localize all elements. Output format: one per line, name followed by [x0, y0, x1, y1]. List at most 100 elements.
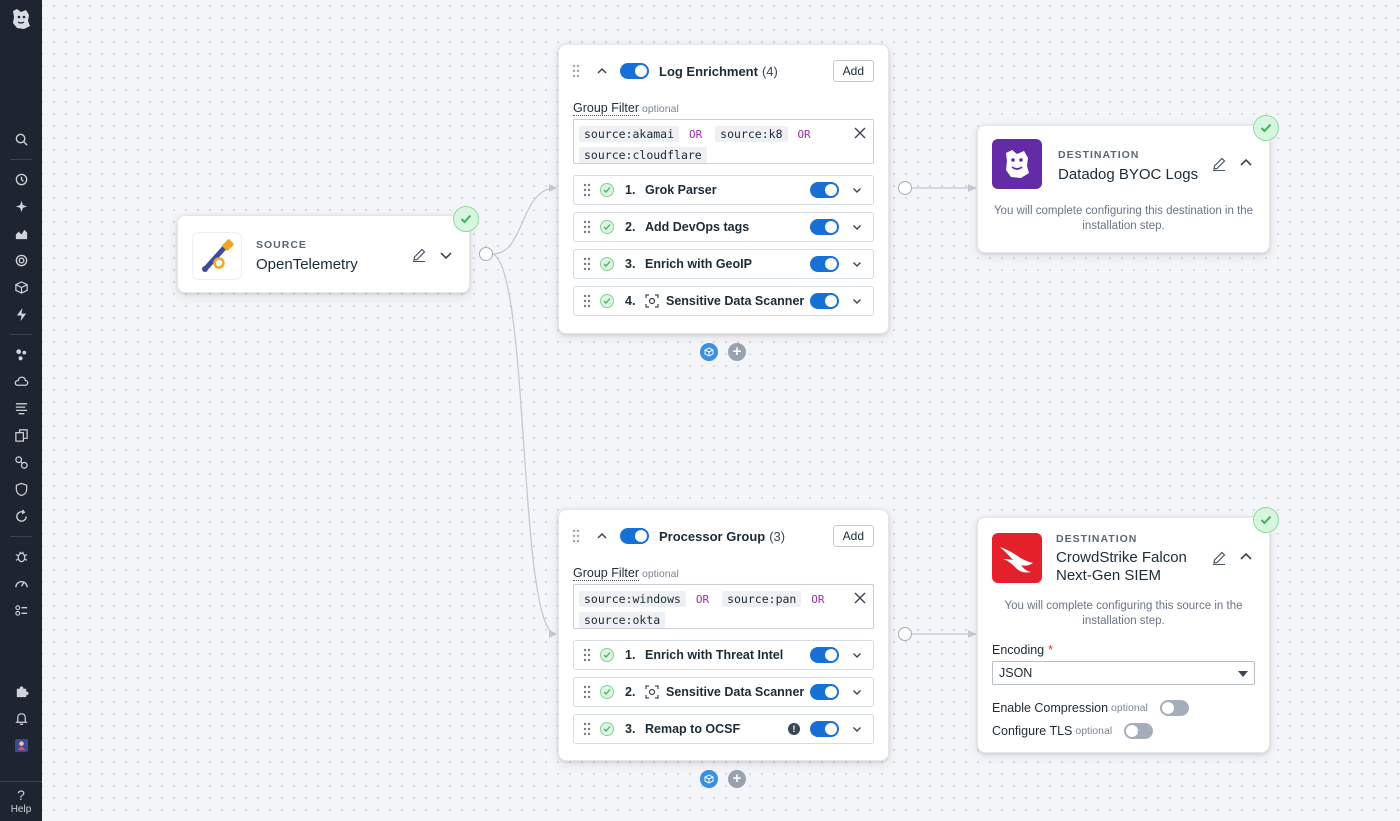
processor-row[interactable]: 2. Sensitive Data Scanner [573, 677, 874, 707]
notifications-bell-icon[interactable] [0, 705, 42, 732]
search-icon[interactable] [0, 126, 42, 153]
processor-name: Enrich with GeoIP [645, 257, 752, 271]
cube-icon[interactable] [0, 274, 42, 301]
refresh-icon[interactable] [0, 503, 42, 530]
user-avatar-icon[interactable] [0, 732, 42, 759]
processor-enabled-toggle[interactable] [810, 721, 839, 737]
enable-compression-label: Enable Compression [992, 701, 1109, 715]
service-map-icon[interactable] [0, 341, 42, 368]
chevron-up-icon[interactable] [596, 65, 608, 77]
gauge-icon[interactable] [0, 570, 42, 597]
processor-enabled-toggle[interactable] [810, 219, 839, 235]
processor-enabled-toggle[interactable] [810, 684, 839, 700]
chevron-up-icon[interactable] [1238, 155, 1254, 171]
group-output-port[interactable] [898, 627, 912, 641]
sparkle-icon[interactable] [0, 193, 42, 220]
filter-token: source:windows [579, 591, 686, 607]
filter-token: source:okta [579, 612, 666, 628]
pages-icon[interactable] [0, 422, 42, 449]
group-filter-label: Group Filter optional [573, 101, 679, 116]
chevron-down-icon[interactable] [851, 295, 863, 307]
cloud-icon[interactable] [0, 368, 42, 395]
dashboards-icon[interactable] [0, 220, 42, 247]
processor-row[interactable]: 1. Enrich with Threat Intel [573, 640, 874, 670]
integrations-puzzle-icon[interactable] [0, 678, 42, 705]
destination-card-datadog[interactable]: DESTINATION Datadog BYOC Logs You will c… [977, 125, 1270, 253]
chevron-down-icon[interactable] [851, 221, 863, 233]
group-filter-input[interactable]: source:windows OR source:pan OR source:o… [573, 584, 874, 629]
drag-handle-icon[interactable] [582, 648, 592, 662]
add-plus-button[interactable]: + [728, 770, 746, 788]
configure-tls-toggle[interactable] [1124, 723, 1154, 739]
drag-handle-icon[interactable] [582, 257, 592, 271]
list-check-icon[interactable] [0, 597, 42, 624]
drag-handle-icon[interactable] [582, 183, 592, 197]
drag-handle-icon[interactable] [582, 294, 592, 308]
configure-tls-label: Configure TLS [992, 724, 1073, 738]
bolt-icon[interactable] [0, 301, 42, 328]
encoding-select[interactable]: JSON [992, 661, 1255, 685]
chevron-up-icon[interactable] [596, 530, 608, 542]
chevron-down-icon[interactable] [851, 686, 863, 698]
bug-icon[interactable] [0, 543, 42, 570]
logs-icon[interactable] [0, 395, 42, 422]
processor-row[interactable]: 3. Remap to OCSF ! [573, 714, 874, 744]
drag-handle-icon[interactable] [571, 64, 581, 78]
processor-ok-check-icon [600, 220, 614, 234]
source-kicker: SOURCE [256, 239, 307, 251]
processor-enabled-toggle[interactable] [810, 256, 839, 272]
group-filter-input[interactable]: source:akamai OR source:k8 OR source:clo… [573, 119, 874, 164]
security-shield-icon[interactable] [0, 476, 42, 503]
processor-enabled-toggle[interactable] [810, 647, 839, 663]
add-plus-button[interactable]: + [728, 343, 746, 361]
group-enabled-toggle[interactable] [620, 63, 649, 79]
link-icon[interactable] [0, 449, 42, 476]
filter-token: source:pan [722, 591, 802, 607]
edit-pencil-icon[interactable] [411, 247, 427, 263]
processor-number: 4. [625, 294, 636, 308]
source-output-port[interactable] [479, 247, 493, 261]
chevron-down-icon[interactable] [851, 649, 863, 661]
chevron-down-icon[interactable] [851, 258, 863, 270]
destination-card-crowdstrike[interactable]: DESTINATION CrowdStrike Falcon Next-Gen S… [977, 517, 1270, 753]
monitors-icon[interactable] [0, 247, 42, 274]
processor-name: Grok Parser [645, 183, 717, 197]
encoding-label: Encoding * [992, 643, 1053, 657]
add-component-cube-button[interactable] [700, 343, 718, 361]
enable-compression-toggle[interactable] [1159, 700, 1189, 716]
drag-handle-icon[interactable] [582, 685, 592, 699]
datadog-logo-icon[interactable] [8, 6, 34, 32]
processor-name: Add DevOps tags [645, 220, 750, 234]
help-button[interactable]: ? Help [0, 781, 42, 821]
source-card[interactable]: SOURCE OpenTelemetry [177, 215, 470, 293]
history-icon[interactable] [0, 166, 42, 193]
edit-pencil-icon[interactable] [1211, 550, 1227, 566]
processor-group-processor-group: Processor Group (3) Add Group Filter opti… [558, 509, 889, 761]
add-processor-button[interactable]: Add [832, 60, 874, 82]
warning-info-icon[interactable]: ! [788, 723, 800, 735]
group-count: (4) [761, 63, 778, 79]
add-component-cube-button[interactable] [700, 770, 718, 788]
chevron-down-icon[interactable] [438, 247, 454, 263]
clear-filter-close-icon[interactable] [853, 591, 867, 605]
destination-note: You will complete configuring this sourc… [1004, 600, 1243, 627]
group-output-port[interactable] [898, 181, 912, 195]
drag-handle-icon[interactable] [582, 220, 592, 234]
processor-enabled-toggle[interactable] [810, 182, 839, 198]
chevron-down-icon[interactable] [851, 723, 863, 735]
add-processor-button[interactable]: Add [832, 525, 874, 547]
drag-handle-icon[interactable] [571, 529, 581, 543]
chevron-down-icon[interactable] [851, 184, 863, 196]
edit-pencil-icon[interactable] [1211, 156, 1227, 172]
group-enabled-toggle[interactable] [620, 528, 649, 544]
source-name: OpenTelemetry [256, 256, 358, 273]
processor-row[interactable]: 1. Grok Parser [573, 175, 874, 205]
chevron-up-icon[interactable] [1238, 549, 1254, 565]
clear-filter-close-icon[interactable] [853, 126, 867, 140]
drag-handle-icon[interactable] [582, 722, 592, 736]
processor-row[interactable]: 4. Sensitive Data Scanner [573, 286, 874, 316]
processor-enabled-toggle[interactable] [810, 293, 839, 309]
processor-row[interactable]: 2. Add DevOps tags [573, 212, 874, 242]
processor-row[interactable]: 3. Enrich with GeoIP [573, 249, 874, 279]
group-filter-label: Group Filter optional [573, 566, 679, 581]
